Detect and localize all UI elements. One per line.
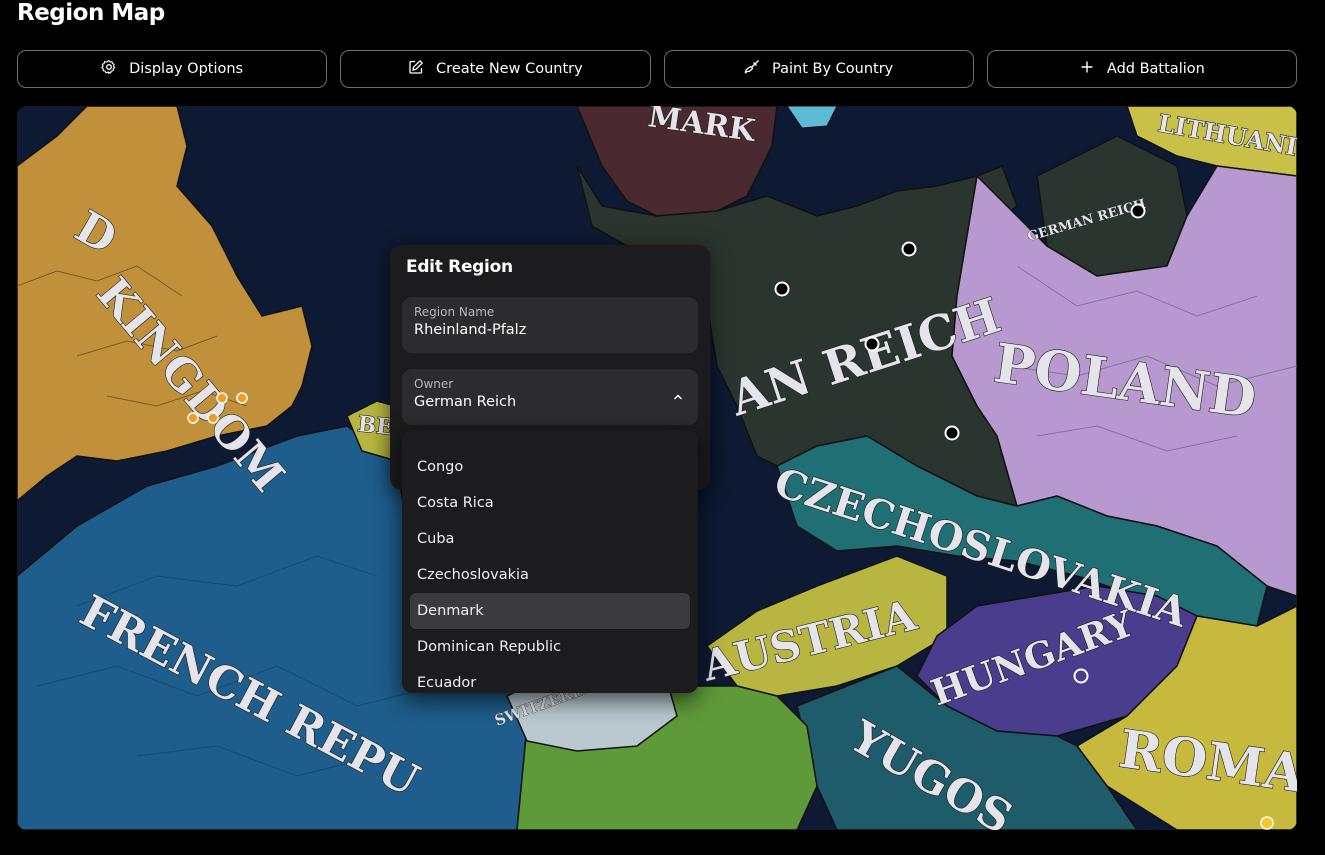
region-name-value: Rheinland-Pfalz	[414, 322, 527, 338]
owner-option-costa-rica[interactable]: Costa Rica	[410, 485, 690, 521]
chevron-up-icon	[673, 394, 683, 400]
owner-option-denmark[interactable]: Denmark	[410, 593, 690, 629]
owner-value: German Reich	[414, 394, 517, 410]
region-name-label: Region Name	[414, 305, 495, 319]
label-belgium: BE	[356, 411, 394, 441]
edit-icon	[408, 59, 424, 79]
add-battalion-label: Add Battalion	[1106, 61, 1205, 77]
edit-region-title: Edit Region	[406, 257, 513, 277]
add-battalion-button[interactable]: Add Battalion	[986, 50, 1297, 88]
create-new-country-button[interactable]: Create New Country	[340, 50, 651, 88]
toolbar: Display Options Create New Country Paint…	[17, 50, 1297, 90]
paint-by-country-label: Paint By Country	[772, 61, 894, 77]
owner-dropdown-list[interactable]: Congo Costa Rica Cuba Czechoslovakia Den…	[402, 430, 698, 693]
plus-icon	[1079, 59, 1095, 79]
gear-icon	[101, 59, 117, 79]
paint-by-country-button[interactable]: Paint By Country	[663, 50, 974, 88]
page-title: Region Map	[17, 0, 165, 26]
owner-option-dominican-republic[interactable]: Dominican Republic	[410, 629, 690, 665]
owner-option-cuba[interactable]: Cuba	[410, 521, 690, 557]
region-name-field[interactable]: Region Name Rheinland-Pfalz	[402, 297, 698, 353]
owner-option-congo[interactable]: Congo	[410, 449, 690, 485]
owner-option-czechoslovakia[interactable]: Czechoslovakia	[410, 557, 690, 593]
display-options-button[interactable]: Display Options	[17, 50, 328, 88]
owner-label: Owner	[414, 377, 454, 391]
display-options-label: Display Options	[129, 61, 244, 77]
owner-option-ecuador[interactable]: Ecuador	[410, 665, 690, 693]
paint-brush-icon	[744, 59, 760, 79]
create-new-country-label: Create New Country	[436, 61, 583, 77]
owner-select[interactable]: Owner German Reich	[402, 369, 698, 425]
